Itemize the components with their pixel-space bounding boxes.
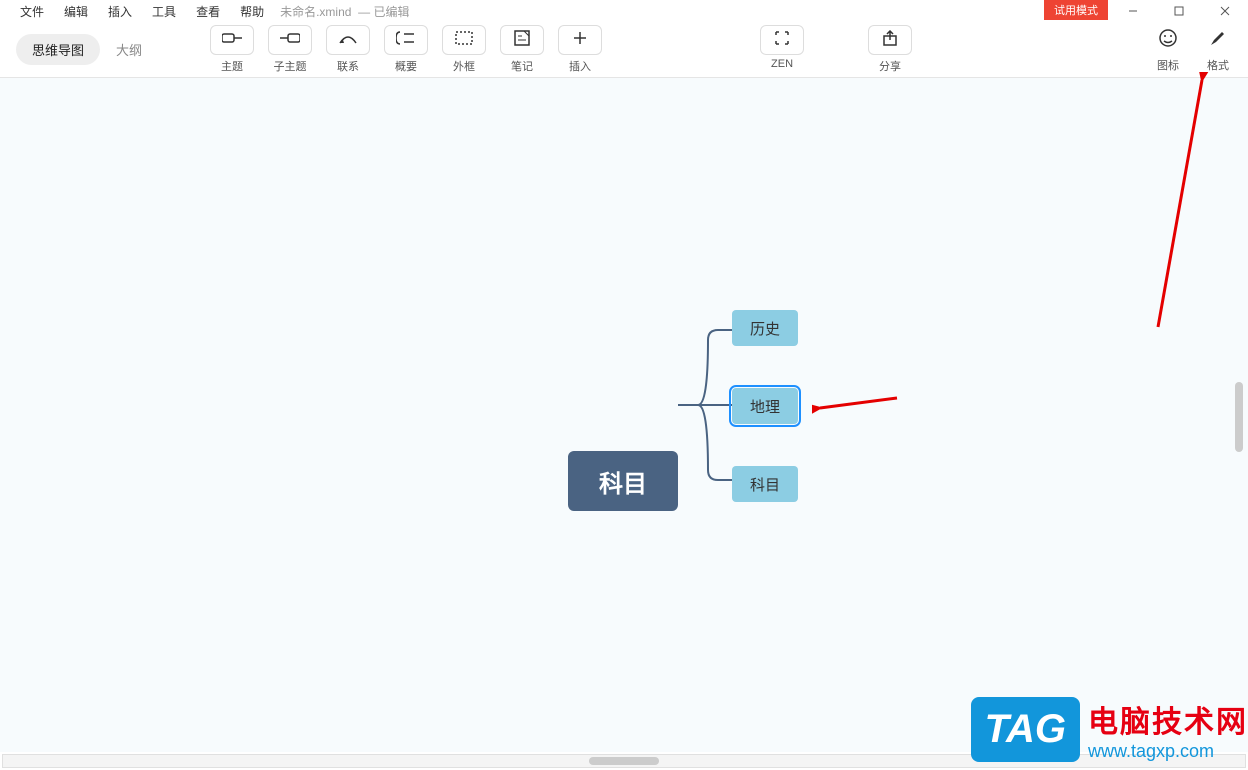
- boundary-icon: [455, 31, 473, 50]
- mindmap-canvas[interactable]: 科目 历史 地理 科目: [0, 78, 1248, 752]
- share-label: 分享: [879, 58, 901, 74]
- notes-icon: [514, 30, 530, 51]
- child-topic-1[interactable]: 历史: [732, 310, 798, 346]
- filename-label: 未命名.xmind — 已编辑: [280, 3, 409, 20]
- watermark: TAG 电脑技术网 www.tagxp.com: [971, 688, 1248, 770]
- tab-mindmap[interactable]: 思维导图: [16, 34, 100, 65]
- view-tabs: 思维导图 大纲: [16, 34, 158, 65]
- menu-file[interactable]: 文件: [10, 3, 54, 20]
- close-button[interactable]: [1202, 0, 1248, 22]
- summary-icon: [396, 30, 416, 51]
- insert-label: 插入: [569, 58, 591, 74]
- trial-mode-badge: 试用模式: [1044, 0, 1108, 20]
- menu-insert[interactable]: 插入: [98, 3, 142, 20]
- menu-view[interactable]: 查看: [186, 3, 230, 20]
- window-controls: [1110, 0, 1248, 22]
- child-topic-2-selected[interactable]: 地理: [732, 388, 798, 424]
- relationship-button[interactable]: 联系: [324, 25, 372, 74]
- zen-icon: [774, 30, 790, 51]
- format-button[interactable]: 格式: [1198, 26, 1238, 73]
- subtopic-icon: [280, 31, 300, 50]
- central-topic[interactable]: 科目: [568, 451, 678, 511]
- relationship-label: 联系: [337, 58, 359, 74]
- relationship-icon: [338, 31, 358, 50]
- vertical-scrollbar[interactable]: [1233, 80, 1247, 752]
- icons-label: 图标: [1157, 57, 1179, 73]
- share-button[interactable]: 分享: [866, 25, 914, 74]
- zen-label: ZEN: [771, 58, 793, 70]
- tool-group-right: ZEN 分享: [758, 25, 914, 74]
- summary-label: 概要: [395, 58, 417, 74]
- boundary-label: 外框: [453, 58, 475, 74]
- watermark-tag: TAG: [971, 697, 1080, 762]
- share-icon: [882, 30, 898, 51]
- connector-line: [678, 320, 738, 490]
- notes-button[interactable]: 笔记: [498, 25, 546, 74]
- topic-button[interactable]: 主题: [208, 25, 256, 74]
- zen-button[interactable]: ZEN: [758, 25, 806, 74]
- topic-icon: [222, 31, 242, 50]
- watermark-url: www.tagxp.com: [1088, 741, 1248, 762]
- menu-tools[interactable]: 工具: [142, 3, 186, 20]
- tool-group-main: 主题 子主题 联系 概要 外框 笔记 插入: [208, 25, 604, 74]
- main-toolbar: 思维导图 大纲 主题 子主题 联系 概要 外框 笔记 插入: [0, 22, 1248, 78]
- minimize-button[interactable]: [1110, 0, 1156, 22]
- annotation-arrow-1: [812, 390, 902, 420]
- brush-icon: [1208, 28, 1228, 53]
- menu-help[interactable]: 帮助: [230, 3, 274, 20]
- annotation-arrow-2: [1140, 72, 1220, 332]
- smiley-icon: [1158, 28, 1178, 53]
- watermark-cn: 电脑技术网: [1088, 697, 1248, 741]
- maximize-button[interactable]: [1156, 0, 1202, 22]
- subtopic-label: 子主题: [274, 58, 307, 74]
- format-label: 格式: [1207, 57, 1229, 73]
- menu-edit[interactable]: 编辑: [54, 3, 98, 20]
- summary-button[interactable]: 概要: [382, 25, 430, 74]
- titlebar: 文件 编辑 插入 工具 查看 帮助 未命名.xmind — 已编辑 试用模式: [0, 0, 1248, 22]
- tool-group-format: 图标 格式: [1148, 26, 1238, 73]
- tab-outline[interactable]: 大纲: [100, 34, 158, 65]
- notes-label: 笔记: [511, 58, 533, 74]
- plus-icon: [572, 30, 588, 51]
- insert-button[interactable]: 插入: [556, 25, 604, 74]
- boundary-button[interactable]: 外框: [440, 25, 488, 74]
- icons-button[interactable]: 图标: [1148, 26, 1188, 73]
- topic-label: 主题: [221, 58, 243, 74]
- child-topic-3[interactable]: 科目: [732, 466, 798, 502]
- subtopic-button[interactable]: 子主题: [266, 25, 314, 74]
